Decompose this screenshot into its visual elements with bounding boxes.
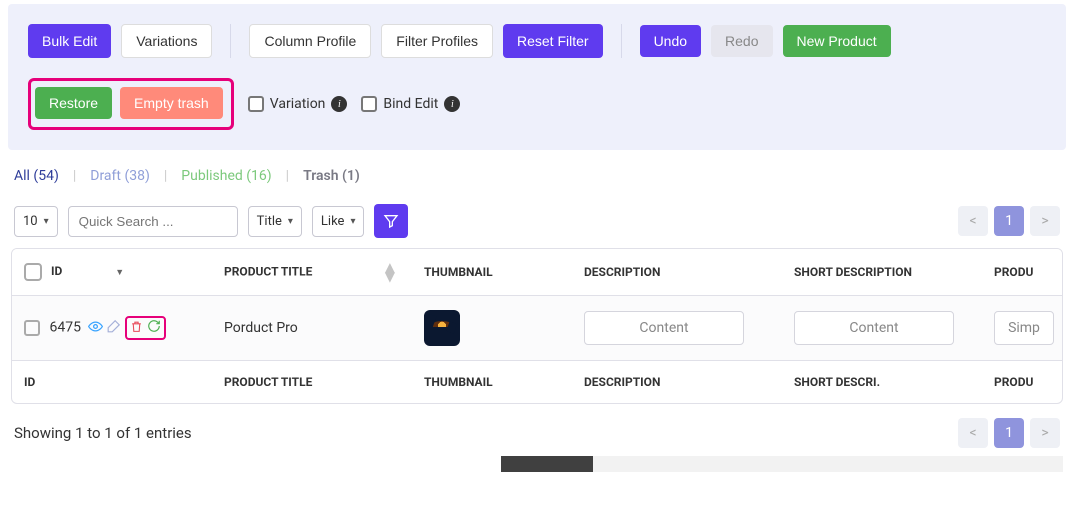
cell-short-desc: Content	[782, 296, 982, 361]
variation-checkbox[interactable]	[248, 96, 264, 112]
info-icon[interactable]: i	[331, 96, 347, 112]
view-icon[interactable]	[88, 319, 103, 338]
edit-icon[interactable]	[107, 319, 121, 337]
column-profile-button[interactable]: Column Profile	[249, 24, 371, 58]
page-current[interactable]: 1	[994, 206, 1024, 236]
info-icon[interactable]: i	[444, 96, 460, 112]
new-product-button[interactable]: New Product	[783, 25, 891, 57]
foot-id: ID	[12, 361, 212, 404]
foot-short-desc: SHORT DESCRI.	[782, 361, 982, 404]
page-size-value: 10	[23, 214, 38, 229]
restore-icon[interactable]	[147, 319, 161, 337]
entries-row: Showing 1 to 1 of 1 entries < 1 >	[0, 404, 1074, 456]
short-desc-content-button[interactable]: Content	[794, 311, 954, 345]
chevron-down-icon: ▾	[288, 216, 293, 227]
variation-label: Variation	[270, 96, 326, 112]
col-title-label: PRODUCT TITLE	[224, 264, 312, 278]
scrollbar-thumb[interactable]	[501, 456, 593, 472]
horizontal-scrollbar[interactable]	[11, 456, 1063, 472]
foot-thumbnail: THUMBNAIL	[412, 361, 572, 404]
foot-description: DESCRIPTION	[572, 361, 782, 404]
cell-thumbnail[interactable]	[412, 296, 572, 361]
row-action-highlight	[125, 316, 166, 340]
col-description-header[interactable]: DESCRIPTION	[572, 249, 782, 296]
scrollbar-track[interactable]	[593, 456, 1063, 472]
products-table: ID ▼ PRODUCT TITLE ▴▾ THUMBNAIL DESCRIPT…	[12, 249, 1063, 403]
funnel-icon	[383, 213, 399, 229]
toolbar: Bulk Edit Variations Column Profile Filt…	[8, 4, 1066, 150]
col-id-header[interactable]: ID ▼	[12, 249, 212, 296]
sort-icon[interactable]: ▴▾	[385, 264, 394, 281]
product-type-button[interactable]: Simp	[994, 311, 1054, 345]
col-product-header[interactable]: PRODU	[982, 249, 1063, 296]
col-title-header[interactable]: PRODUCT TITLE ▴▾	[212, 249, 412, 296]
status-tabs: All (54) | Draft (38) | Published (16) |…	[0, 150, 1074, 184]
page-current[interactable]: 1	[994, 418, 1024, 448]
page-next-button[interactable]: >	[1030, 418, 1060, 448]
toolbar-top-row: Bulk Edit Variations Column Profile Filt…	[28, 24, 1046, 58]
field-select-value: Title	[257, 214, 282, 229]
select-all-checkbox[interactable]	[24, 263, 42, 281]
page-prev-button[interactable]: <	[958, 206, 988, 236]
restore-button[interactable]: Restore	[35, 87, 112, 119]
pagination-top: < 1 >	[958, 206, 1060, 236]
apply-filter-button[interactable]	[374, 204, 408, 238]
col-thumbnail-header[interactable]: THUMBNAIL	[412, 249, 572, 296]
entries-text: Showing 1 to 1 of 1 entries	[14, 424, 192, 442]
cell-description: Content	[572, 296, 782, 361]
cell-title[interactable]: Porduct Pro	[212, 296, 412, 361]
filter-profiles-button[interactable]: Filter Profiles	[381, 24, 493, 58]
chevron-down-icon: ▾	[44, 216, 49, 227]
empty-trash-button[interactable]: Empty trash	[120, 87, 223, 119]
description-content-button[interactable]: Content	[584, 311, 744, 345]
search-input[interactable]	[68, 206, 238, 237]
tab-separator: |	[286, 168, 289, 184]
tab-separator: |	[73, 168, 76, 184]
page-size-select[interactable]: 10 ▾	[14, 206, 58, 237]
cell-id: 6475	[12, 296, 212, 361]
restore-highlight-box: Restore Empty trash	[28, 78, 234, 130]
variation-checkbox-wrap[interactable]: Variation i	[248, 96, 348, 112]
variations-button[interactable]: Variations	[121, 24, 212, 58]
field-select[interactable]: Title ▾	[248, 206, 302, 237]
table-row: 6475	[12, 296, 1063, 361]
bind-edit-label: Bind Edit	[383, 96, 438, 112]
row-id-value: 6475	[49, 320, 80, 336]
bulk-edit-button[interactable]: Bulk Edit	[28, 24, 111, 58]
undo-button[interactable]: Undo	[640, 25, 701, 57]
toolbar-second-row: Restore Empty trash Variation i Bind Edi…	[28, 78, 1046, 130]
tab-separator: |	[164, 168, 167, 184]
filter-bar: 10 ▾ Title ▾ Like ▾ < 1 >	[0, 184, 1074, 248]
tab-trash[interactable]: Trash (1)	[303, 168, 360, 184]
match-select[interactable]: Like ▾	[312, 206, 365, 237]
bind-edit-checkbox[interactable]	[361, 96, 377, 112]
pagination-bottom: < 1 >	[958, 418, 1060, 448]
tab-draft[interactable]: Draft (38)	[90, 168, 150, 184]
tab-published[interactable]: Published (16)	[181, 168, 271, 184]
match-select-value: Like	[321, 214, 345, 229]
reset-filter-button[interactable]: Reset Filter	[503, 24, 603, 58]
delete-icon[interactable]	[130, 320, 143, 337]
cell-product: Simp	[982, 296, 1063, 361]
row-checkbox[interactable]	[24, 320, 40, 336]
page-next-button[interactable]: >	[1030, 206, 1060, 236]
col-id-label: ID	[51, 264, 62, 278]
product-thumbnail[interactable]	[424, 310, 460, 346]
bind-edit-checkbox-wrap[interactable]: Bind Edit i	[361, 96, 460, 112]
page-prev-button[interactable]: <	[958, 418, 988, 448]
redo-button[interactable]: Redo	[711, 25, 772, 57]
col-short-desc-header[interactable]: SHORT DESCRIPTION	[782, 249, 982, 296]
products-table-wrap: ID ▼ PRODUCT TITLE ▴▾ THUMBNAIL DESCRIPT…	[11, 248, 1063, 404]
foot-title: PRODUCT TITLE	[212, 361, 412, 404]
sort-desc-icon[interactable]: ▼	[115, 268, 124, 278]
foot-product: PRODU	[982, 361, 1063, 404]
tab-all[interactable]: All (54)	[14, 168, 59, 184]
chevron-down-icon: ▾	[350, 216, 355, 227]
